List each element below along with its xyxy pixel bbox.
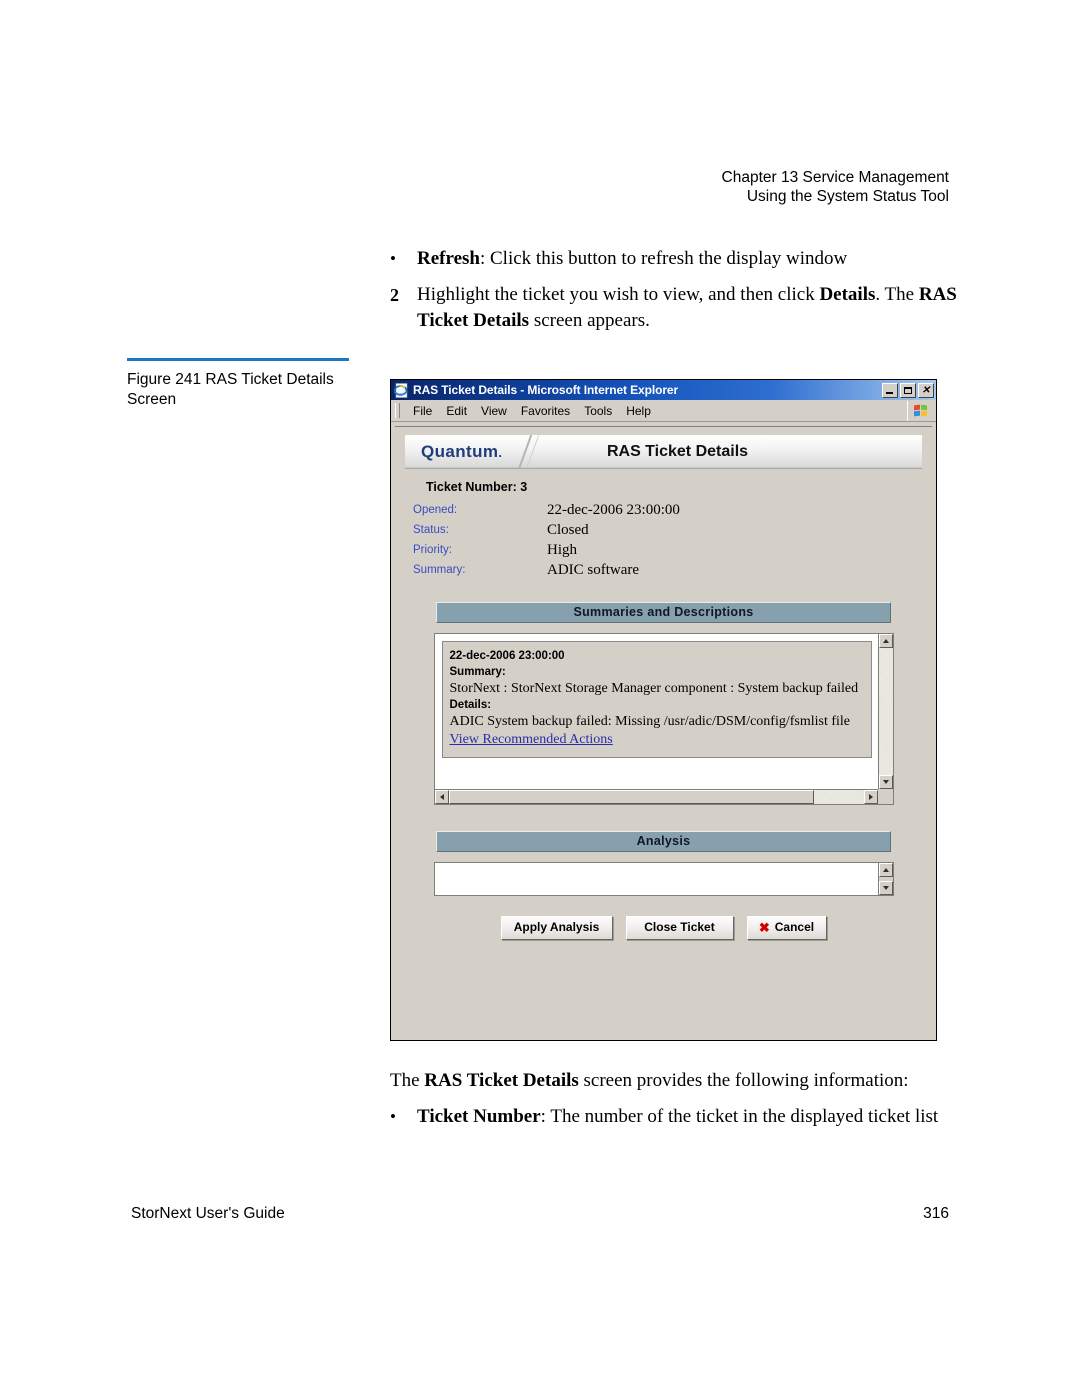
summaries-vertical-scrollbar[interactable]: [877, 634, 893, 789]
bullet-refresh-rest: : Click this button to refresh the displ…: [479, 248, 848, 269]
bullet-marker-2: •: [390, 1107, 396, 1126]
minimize-button[interactable]: [882, 382, 898, 398]
bullet-refresh-text: Refresh: Click this button to refresh th…: [417, 246, 970, 272]
figure-caption: Figure 241 RAS Ticket Details Screen: [127, 371, 334, 408]
figure-rule: [127, 358, 349, 361]
field-opened: Opened: 22-dec-2006 23:00:00: [413, 500, 923, 520]
field-summary-value: ADIC software: [547, 562, 640, 578]
scroll-down-button[interactable]: [878, 775, 893, 789]
field-priority: Priority: High: [413, 540, 923, 560]
menu-item-edit[interactable]: Edit: [439, 402, 474, 420]
app-page: Quantum. RAS Ticket Details Ticket Numbe…: [395, 426, 932, 1036]
browser-viewport: Quantum. RAS Ticket Details Ticket Numbe…: [391, 423, 936, 1040]
window-titlebar: RAS Ticket Details - Microsoft Internet …: [391, 380, 936, 400]
page-footer: StorNext User's Guide 316: [131, 1205, 949, 1223]
summary-entry-details-text: ADIC System backup failed: Missing /usr/…: [449, 714, 851, 729]
bullet-refresh-label: Refresh: [417, 248, 480, 269]
analysis-scroll-down-button[interactable]: [878, 881, 893, 895]
menu-item-file[interactable]: File: [406, 402, 439, 420]
field-status-label: Status:: [413, 524, 449, 536]
cancel-button[interactable]: ✖ Cancel: [746, 916, 827, 940]
summaries-scroll-panel: 22-dec-2006 23:00:00 Summary: StorNext :…: [433, 633, 894, 805]
summaries-content: 22-dec-2006 23:00:00 Summary: StorNext :…: [434, 634, 878, 789]
footer-guide-title: StorNext User's Guide: [131, 1205, 285, 1222]
footer-page-number: 316: [923, 1205, 949, 1222]
step-2: 2 Highlight the ticket you wish to view,…: [390, 282, 970, 334]
scrollbar-corner: [877, 789, 893, 804]
summary-entry-details-label: Details:: [449, 699, 492, 711]
windows-flag-icon: [907, 400, 934, 421]
summary-entry-summary-text: StorNext : StorNext Storage Manager comp…: [449, 681, 859, 696]
step-2-part1: Highlight the ticket you wish to view, a…: [417, 284, 820, 305]
field-priority-label: Priority:: [413, 544, 452, 556]
cancel-button-label: Cancel: [774, 920, 815, 934]
scroll-up-button[interactable]: [878, 634, 893, 648]
scroll-right-button[interactable]: [863, 790, 878, 804]
browser-window: RAS Ticket Details - Microsoft Internet …: [390, 379, 937, 1041]
field-priority-value: High: [547, 542, 577, 558]
menu-item-help[interactable]: Help: [619, 402, 658, 420]
apply-analysis-button[interactable]: Apply Analysis: [500, 916, 613, 940]
window-menubar: File Edit View Favorites Tools Help: [391, 400, 936, 422]
step-2-text: Highlight the ticket you wish to view, a…: [417, 282, 970, 334]
menu-grip[interactable]: [395, 403, 400, 418]
app-title: RAS Ticket Details: [606, 442, 749, 460]
window-controls: ✕: [882, 382, 934, 398]
analysis-vertical-scrollbar[interactable]: [877, 863, 893, 895]
field-opened-label: Opened:: [413, 504, 458, 516]
analysis-scroll-up-button[interactable]: [878, 863, 893, 877]
page-header-line1: Chapter 13 Service Management: [721, 169, 949, 186]
hscroll-track[interactable]: [448, 790, 864, 804]
paragraph-part2: screen provides the following informatio…: [578, 1070, 909, 1091]
bullet-ticket-number: • Ticket Number: The number of the ticke…: [390, 1104, 970, 1130]
field-status-value: Closed: [547, 522, 589, 538]
paragraph-bold-ras: RAS Ticket Details: [424, 1070, 579, 1091]
maximize-button[interactable]: [900, 382, 916, 398]
menu-item-favorites[interactable]: Favorites: [514, 402, 577, 420]
field-opened-value: 22-dec-2006 23:00:00: [547, 502, 680, 518]
summaries-horizontal-scrollbar[interactable]: [434, 789, 878, 804]
step-2-bold-details: Details: [819, 284, 876, 305]
app-brandbar: Quantum. RAS Ticket Details: [405, 435, 922, 469]
body-text-top: • Refresh: Click this button to refresh …: [390, 246, 970, 334]
paragraph-provides: The RAS Ticket Details screen provides t…: [390, 1068, 970, 1094]
analysis-textarea[interactable]: [433, 862, 894, 896]
windows-logo: [914, 404, 928, 417]
window-title: RAS Ticket Details - Microsoft Internet …: [413, 383, 679, 397]
paragraph-part1: The: [390, 1070, 425, 1091]
cancel-x-icon: ✖: [758, 920, 770, 935]
summary-entry-timestamp: 22-dec-2006 23:00:00: [449, 650, 565, 662]
bullet-ticket-number-text: Ticket Number: The number of the ticket …: [417, 1104, 970, 1130]
menu-item-tools[interactable]: Tools: [577, 402, 619, 420]
hscroll-thumb[interactable]: [448, 790, 814, 804]
bullet-ticket-number-label: Ticket Number: [417, 1106, 541, 1127]
page-header-line2: Using the System Status Tool: [746, 188, 949, 205]
figure-caption-block: Figure 241 RAS Ticket Details Screen: [127, 358, 352, 410]
step-2-number: 2: [390, 285, 399, 305]
analysis-section-header: Analysis: [436, 831, 891, 852]
field-status: Status: Closed: [413, 520, 923, 540]
bullet-marker: •: [390, 249, 396, 268]
step-2-part2: . The: [875, 284, 919, 305]
close-button[interactable]: ✕: [918, 382, 934, 398]
close-ticket-button[interactable]: Close Ticket: [625, 916, 734, 940]
menu-item-view[interactable]: View: [474, 402, 514, 420]
summary-entry: 22-dec-2006 23:00:00 Summary: StorNext :…: [441, 641, 872, 758]
field-summary-label: Summary:: [413, 564, 466, 576]
body-text-bottom: The RAS Ticket Details screen provides t…: [390, 1068, 970, 1140]
view-recommended-actions-link[interactable]: View Recommended Actions: [450, 731, 613, 749]
step-2-part3: screen appears.: [529, 310, 650, 331]
summary-entry-summary-label: Summary:: [449, 666, 506, 678]
action-buttons: Apply Analysis Close Ticket ✖ Cancel: [404, 916, 923, 940]
page-header: Chapter 13 Service Management Using the …: [722, 168, 949, 206]
field-summary: Summary: ADIC software: [413, 560, 923, 580]
scroll-left-button[interactable]: [434, 790, 449, 804]
bullet-ticket-number-rest: : The number of the ticket in the displa…: [540, 1106, 939, 1127]
internet-explorer-icon: [393, 382, 409, 398]
ticket-fields: Opened: 22-dec-2006 23:00:00 Status: Clo…: [404, 500, 923, 580]
bullet-refresh: • Refresh: Click this button to refresh …: [390, 246, 970, 272]
summaries-section-header: Summaries and Descriptions: [436, 602, 891, 623]
ticket-number: Ticket Number: 3: [426, 480, 528, 494]
